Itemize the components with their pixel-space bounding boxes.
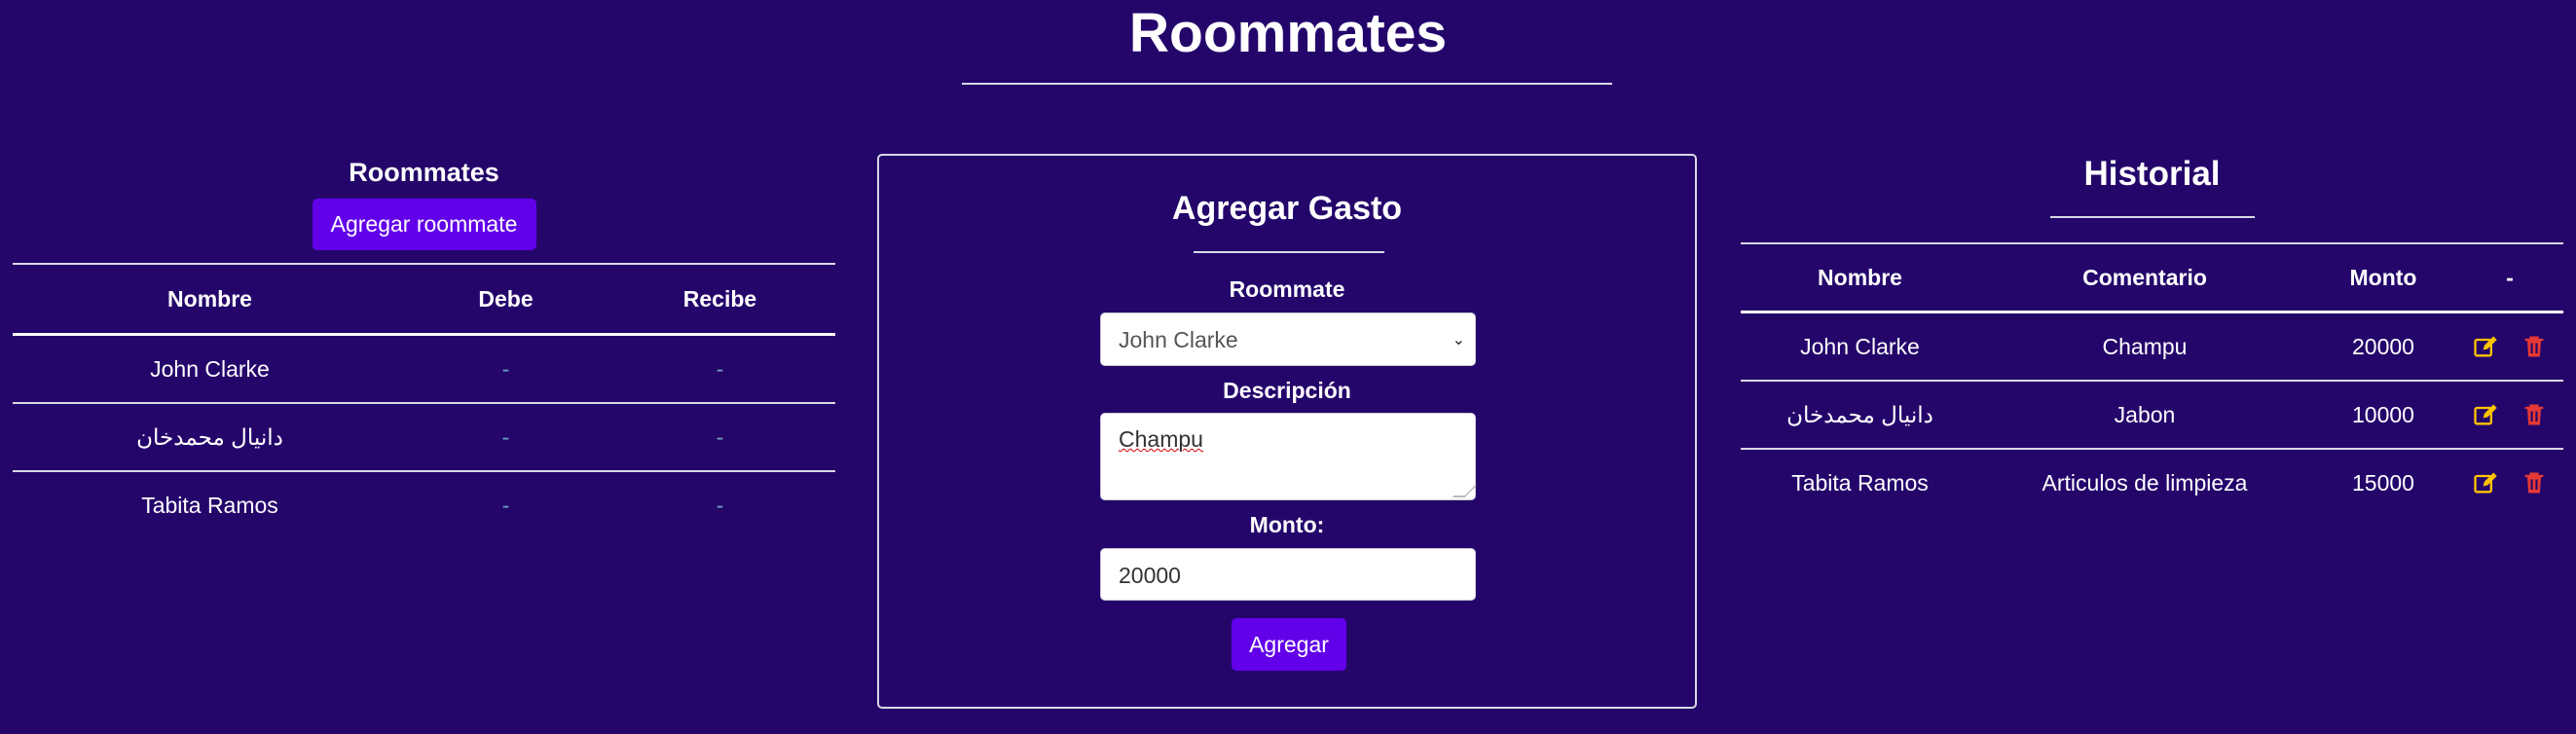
- table-row: Tabita Ramos Articulos de limpieza 15000: [1741, 449, 2563, 516]
- chevron-down-icon: ⌄: [1452, 332, 1465, 349]
- selected-roommate: John Clarke: [1119, 327, 1238, 352]
- history-comment: Champu: [1979, 312, 2310, 382]
- edit-icon[interactable]: [2472, 401, 2499, 428]
- delete-icon[interactable]: [2521, 333, 2548, 360]
- edit-icon[interactable]: [2472, 333, 2499, 360]
- history-comment: Articulos de limpieza: [2042, 469, 2248, 495]
- description-text: Champu: [1119, 426, 1203, 452]
- roommate-name: John Clarke: [13, 334, 407, 404]
- delete-icon[interactable]: [2521, 401, 2548, 428]
- history-actions: [2456, 449, 2563, 516]
- add-expense-title: Agregar Gasto: [1171, 190, 1403, 227]
- roommate-recibe: -: [605, 403, 835, 472]
- roommates-panel: Roommates Agregar roommate Nombre Debe R…: [13, 144, 835, 538]
- column-monto: Monto: [2310, 242, 2456, 313]
- history-name: دانیال محمدخان: [1741, 381, 1979, 450]
- roommates-table: Nombre Debe Recibe John Clarke - - دانیا…: [13, 263, 835, 538]
- table-row: دانیال محمدخان - -: [13, 403, 835, 472]
- roommate-debe: -: [407, 403, 605, 472]
- roommates-table-header: Nombre Debe Recibe: [13, 263, 835, 336]
- history-amount: 20000: [2310, 312, 2456, 382]
- title-divider: [962, 83, 1612, 85]
- add-expense-card: Agregar Gasto Roommate John Clarke ⌄ Des…: [877, 154, 1697, 709]
- column-recibe: Recibe: [605, 263, 835, 336]
- roommate-name: Tabita Ramos: [141, 492, 278, 518]
- roommate-label: Roommate: [1229, 276, 1345, 302]
- amount-input[interactable]: 20000: [1100, 548, 1476, 601]
- column-nombre: Nombre: [13, 263, 407, 336]
- history-table-header: Nombre Comentario Monto -: [1741, 242, 2563, 313]
- delete-icon[interactable]: [2521, 469, 2548, 496]
- history-actions: [2456, 381, 2563, 450]
- history-name: Tabita Ramos: [1791, 469, 1929, 495]
- column-actions: -: [2456, 242, 2563, 313]
- roommate-recibe: -: [716, 492, 724, 518]
- roommate-recibe: -: [605, 334, 835, 404]
- card-title-divider: [1194, 251, 1384, 253]
- column-comentario: Comentario: [1979, 242, 2310, 313]
- roommate-debe: -: [407, 334, 605, 404]
- amount-value: 20000: [1119, 563, 1181, 588]
- history-title-divider: [2049, 216, 2255, 218]
- history-title: Historial: [2083, 155, 2221, 193]
- history-comment: Jabon: [1979, 381, 2310, 450]
- history-actions: [2456, 312, 2563, 382]
- roommates-heading: Roommates: [349, 158, 499, 187]
- edit-icon[interactable]: [2472, 469, 2499, 496]
- column-debe: Debe: [407, 263, 605, 336]
- resize-handle-icon[interactable]: [1452, 485, 1478, 497]
- table-row: John Clarke Champu 20000: [1741, 312, 2563, 382]
- description-label: Descripción: [1223, 378, 1351, 403]
- history-amount: 10000: [2310, 381, 2456, 450]
- history-amount: 15000: [2352, 469, 2414, 495]
- roommate-name: دانیال محمدخان: [13, 403, 407, 472]
- page-title: Roommates: [1128, 2, 1448, 64]
- roommate-debe: -: [501, 492, 510, 518]
- add-expense-button[interactable]: Agregar: [1232, 618, 1346, 671]
- add-roommate-button[interactable]: Agregar roommate: [312, 199, 536, 250]
- description-textarea[interactable]: Champu: [1100, 413, 1478, 500]
- history-panel: Historial Nombre Comentario Monto - John…: [1741, 146, 2563, 516]
- table-row: دانیال محمدخان Jabon 10000: [1741, 381, 2563, 450]
- history-table: Nombre Comentario Monto - John Clarke Ch…: [1741, 242, 2563, 516]
- roommate-select[interactable]: John Clarke ⌄: [1100, 312, 1476, 366]
- history-name: John Clarke: [1741, 312, 1979, 382]
- amount-label: Monto:: [1249, 512, 1325, 537]
- column-nombre: Nombre: [1741, 242, 1979, 313]
- table-row: Tabita Ramos - -: [13, 471, 835, 538]
- table-row: John Clarke - -: [13, 334, 835, 404]
